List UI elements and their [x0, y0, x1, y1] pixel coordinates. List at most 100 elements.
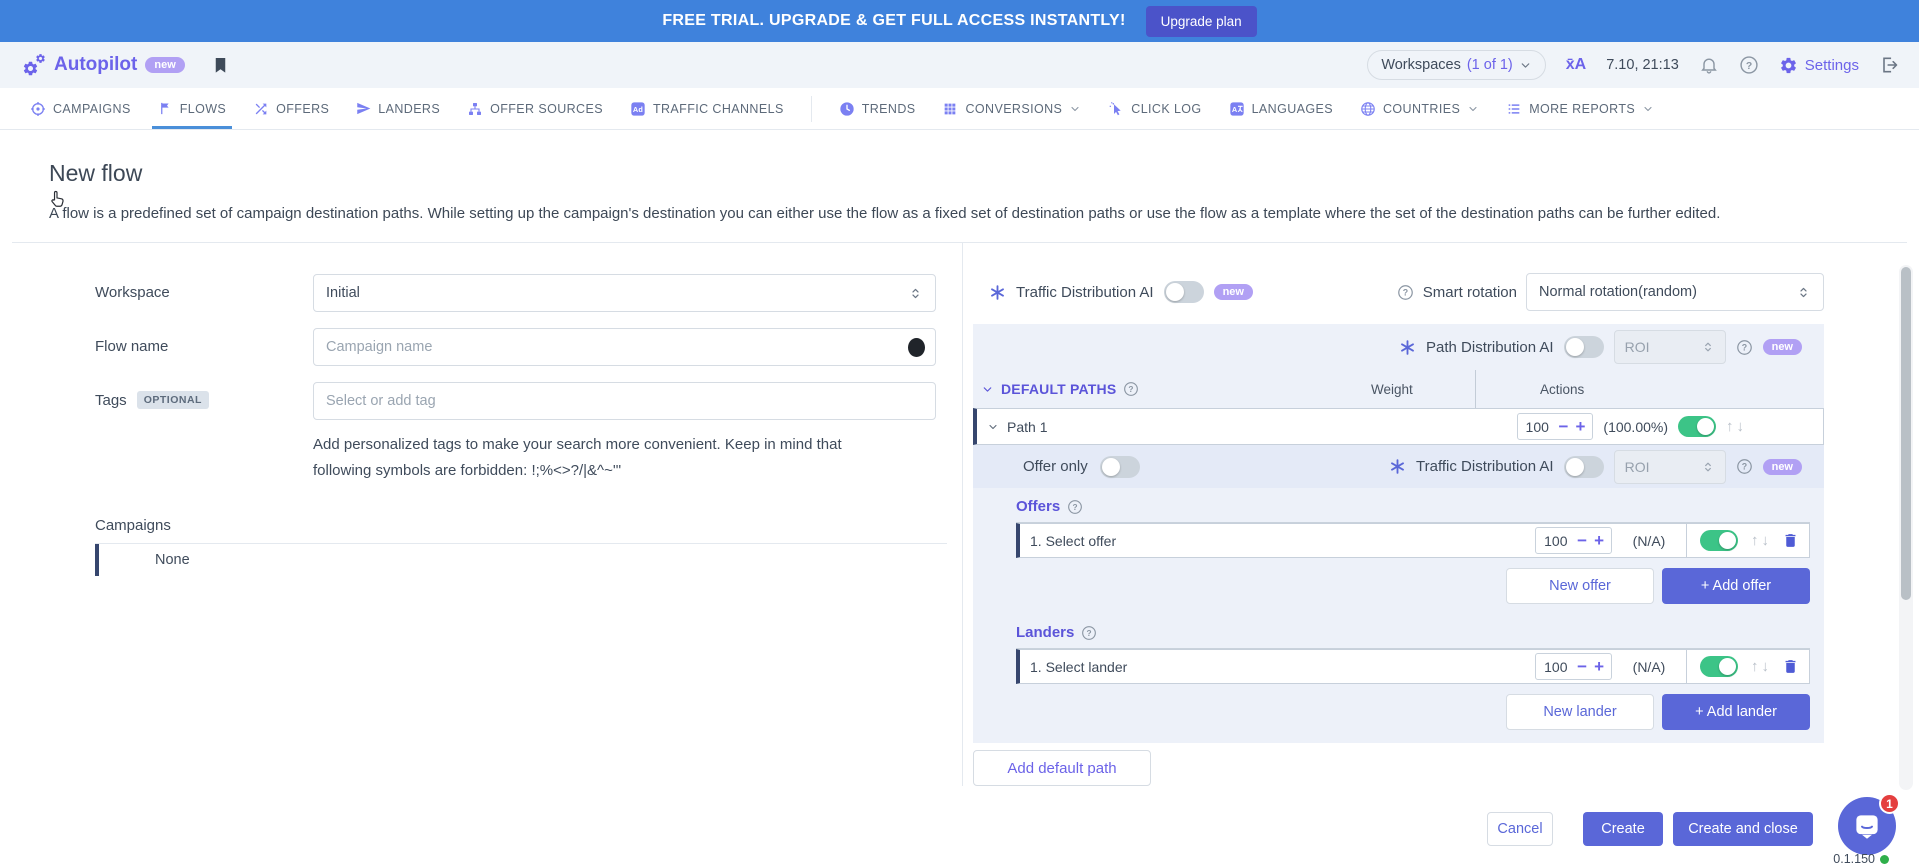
workspace-select[interactable]: Initial — [313, 274, 936, 312]
trash-icon[interactable] — [1782, 658, 1799, 675]
nav-traffic-channels[interactable]: TRAFFIC CHANNELS — [630, 88, 784, 129]
nav-conversions[interactable]: CONVERSIONS — [942, 88, 1081, 129]
inner-roi-select[interactable]: ROI — [1614, 450, 1726, 484]
cancel-button[interactable]: Cancel — [1487, 812, 1553, 846]
lander-enabled-toggle[interactable] — [1700, 656, 1738, 677]
path-weight-stepper: 100 − + — [1517, 413, 1594, 440]
new-offer-button[interactable]: New offer — [1506, 568, 1654, 604]
select-chevrons-icon — [1701, 340, 1715, 354]
path-weight-value[interactable]: 100 — [1526, 419, 1552, 435]
chat-widget-button[interactable]: 1 — [1838, 797, 1896, 855]
app-header: Autopilot new Workspaces (1 of 1) x̄A 7.… — [0, 42, 1919, 88]
default-paths-title: DEFAULT PATHS — [1001, 381, 1116, 397]
tags-help-text: Add personalized tags to make your searc… — [313, 432, 883, 484]
nav-trends[interactable]: TRENDS — [839, 88, 916, 129]
vertical-scrollbar[interactable] — [1899, 265, 1913, 790]
optional-badge: OPTIONAL — [137, 391, 209, 409]
weight-decrease-button[interactable]: − — [1577, 532, 1587, 549]
weight-decrease-button[interactable]: − — [1577, 658, 1587, 675]
path-distribution-toggle[interactable] — [1564, 336, 1604, 358]
help-icon[interactable] — [1123, 381, 1139, 397]
workspace-label: Workspace — [95, 274, 313, 312]
notifications-bell-icon[interactable] — [1699, 55, 1719, 75]
datetime-label: 7.10, 21:13 — [1606, 57, 1679, 73]
actions-column-header: Actions — [1475, 370, 1824, 408]
lander-select-label[interactable]: 1. Select lander — [1030, 659, 1127, 675]
workspaces-dropdown[interactable]: Workspaces (1 of 1) — [1367, 50, 1545, 80]
bookmark-icon[interactable] — [211, 55, 230, 76]
chevron-down-icon — [987, 421, 999, 433]
tags-label: Tags — [95, 392, 127, 409]
help-icon[interactable] — [1397, 284, 1414, 301]
add-offer-button[interactable]: + Add offer — [1662, 568, 1810, 604]
settings-button[interactable]: Settings — [1779, 56, 1859, 75]
help-icon[interactable] — [1739, 55, 1759, 75]
campaigns-none-row: None — [95, 544, 947, 576]
add-lander-button[interactable]: + Add lander — [1662, 694, 1810, 730]
help-icon[interactable] — [1081, 625, 1097, 641]
move-down-icon[interactable]: ↓ — [1737, 418, 1745, 435]
weight-increase-button[interactable]: + — [1594, 658, 1604, 675]
offer-weight-value[interactable]: 100 — [1544, 533, 1570, 549]
nav-campaigns[interactable]: CAMPAIGNS — [30, 88, 131, 129]
nav-countries[interactable]: COUNTRIES — [1360, 88, 1479, 129]
path-enabled-toggle[interactable] — [1678, 416, 1716, 437]
weight-increase-button[interactable]: + — [1575, 418, 1585, 435]
nav-click-log[interactable]: CLICK LOG — [1108, 88, 1201, 129]
nav-offers[interactable]: OFFERS — [253, 88, 329, 129]
workspace-row: Workspace Initial — [95, 274, 947, 312]
nav-more-reports[interactable]: MORE REPORTS — [1506, 88, 1654, 129]
nav-landers[interactable]: LANDERS — [356, 88, 440, 129]
tags-input[interactable] — [313, 382, 936, 420]
nav-offer-sources[interactable]: OFFER SOURCES — [467, 88, 603, 129]
offer-select-label[interactable]: 1. Select offer — [1030, 533, 1116, 549]
list-icon — [1506, 101, 1522, 117]
flow-name-input[interactable] — [313, 328, 936, 366]
offer-only-toggle[interactable] — [1100, 456, 1140, 478]
help-icon[interactable] — [1736, 458, 1753, 475]
logout-icon[interactable] — [1879, 55, 1899, 75]
trash-icon[interactable] — [1782, 532, 1799, 549]
lander-row: 1. Select lander 100 − + (N/A) ↑↓ — [1016, 649, 1810, 684]
translate-icon[interactable]: x̄A — [1566, 56, 1586, 74]
offer-weight-percent: (N/A) — [1625, 533, 1673, 549]
new-lander-button[interactable]: New lander — [1506, 694, 1654, 730]
move-up-icon[interactable]: ↑ — [1751, 658, 1759, 675]
select-chevrons-icon — [908, 286, 923, 301]
create-button[interactable]: Create — [1583, 812, 1663, 846]
shuffle-icon — [253, 101, 269, 117]
add-default-path-button[interactable]: Add default path — [973, 750, 1151, 786]
path-toggle-group[interactable]: Path 1 — [987, 419, 1047, 435]
path-weight-percent: (100.00%) — [1603, 419, 1668, 435]
select-chevrons-icon — [1701, 460, 1715, 474]
chat-bubble-icon — [1852, 811, 1882, 841]
page-description: A flow is a predefined set of campaign d… — [49, 201, 1864, 226]
default-paths-title-group[interactable]: DEFAULT PATHS — [973, 381, 1371, 397]
offer-reorder-arrows: ↑↓ — [1751, 532, 1769, 549]
create-and-close-button[interactable]: Create and close — [1673, 812, 1813, 846]
weight-increase-button[interactable]: + — [1594, 532, 1604, 549]
path-reorder-arrows: ↑↓ — [1726, 418, 1744, 435]
header-right: Workspaces (1 of 1) x̄A 7.10, 21:13 Sett… — [1367, 50, 1899, 80]
default-paths-area: Path Distribution AI ROI new DEFAULT PAT… — [973, 324, 1824, 743]
nav-languages[interactable]: LANGUAGES — [1229, 88, 1333, 129]
landers-section: Landers 1. Select lander 100 − + (N/A) — [1016, 624, 1810, 730]
help-icon[interactable] — [1067, 499, 1083, 515]
scrollbar-thumb[interactable] — [1901, 267, 1911, 600]
move-down-icon[interactable]: ↓ — [1762, 658, 1770, 675]
offer-enabled-toggle[interactable] — [1700, 530, 1738, 551]
nav-flows[interactable]: FLOWS — [158, 88, 226, 129]
roi-select[interactable]: ROI — [1614, 330, 1726, 364]
move-down-icon[interactable]: ↓ — [1762, 532, 1770, 549]
brand[interactable]: Autopilot new — [22, 53, 185, 77]
help-icon[interactable] — [1736, 339, 1753, 356]
upgrade-plan-button[interactable]: Upgrade plan — [1146, 6, 1257, 37]
weight-decrease-button[interactable]: − — [1559, 418, 1569, 435]
ai-icon — [1389, 458, 1406, 475]
move-up-icon[interactable]: ↑ — [1726, 418, 1734, 435]
smart-rotation-select[interactable]: Normal rotation(random) — [1526, 273, 1824, 311]
traffic-distribution-toggle[interactable] — [1164, 281, 1204, 303]
lander-weight-value[interactable]: 100 — [1544, 659, 1570, 675]
inner-traffic-distribution-toggle[interactable] — [1564, 456, 1604, 478]
move-up-icon[interactable]: ↑ — [1751, 532, 1759, 549]
